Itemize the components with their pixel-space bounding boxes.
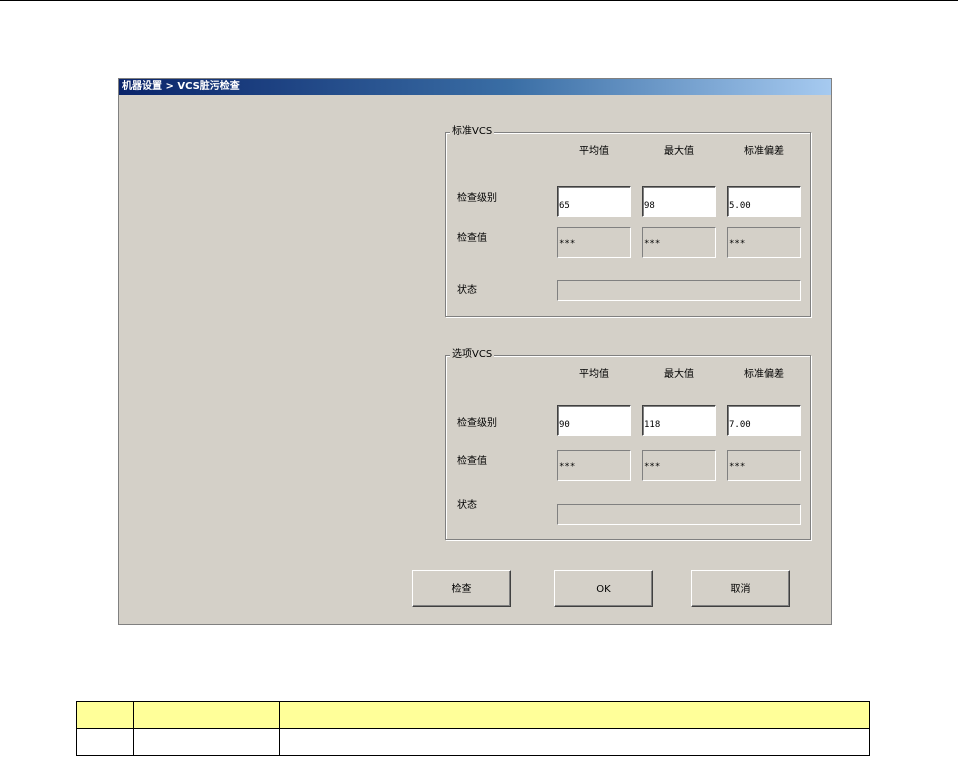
value-max-readout: ***	[642, 450, 716, 481]
group-title: 选项VCS	[450, 349, 495, 361]
table-cell	[76, 728, 134, 756]
level-stddev-input[interactable]	[727, 405, 801, 436]
value-max-readout: ***	[642, 227, 716, 258]
value-stddev-readout: ***	[727, 450, 801, 481]
table-header-cell	[133, 701, 280, 729]
level-max-input[interactable]	[642, 186, 716, 217]
table-row	[76, 728, 870, 756]
value-stddev-readout: ***	[727, 227, 801, 258]
table-header-row	[76, 701, 870, 729]
col-header-max: 最大值	[664, 369, 694, 380]
value-average-readout: ***	[557, 450, 631, 481]
dialog-title: 机器设置 > VCS脏污检查	[122, 81, 240, 92]
dialog-titlebar: 机器设置 > VCS脏污检查	[119, 79, 831, 95]
row-label-value: 检查值	[457, 233, 487, 244]
col-header-stddev: 标准偏差	[744, 146, 784, 157]
col-header-max: 最大值	[664, 146, 694, 157]
check-button[interactable]: 检查	[412, 570, 511, 607]
row-label-value: 检查值	[457, 456, 487, 467]
table-cell	[279, 728, 870, 756]
row-label-status: 状态	[457, 500, 477, 511]
col-header-average: 平均值	[579, 369, 609, 380]
table-header-cell	[76, 701, 134, 729]
group-title: 标准VCS	[450, 126, 495, 138]
row-label-status: 状态	[457, 285, 477, 296]
ok-button[interactable]: OK	[554, 570, 653, 607]
row-label-level: 检查级别	[457, 193, 497, 204]
table-cell	[133, 728, 280, 756]
page-top-rule	[0, 0, 958, 1]
group-option-vcs: 选项VCS 平均值 最大值 标准偏差 检查级别 检查值 *** *** *** …	[445, 349, 811, 540]
col-header-average: 平均值	[579, 146, 609, 157]
cancel-button[interactable]: 取消	[691, 570, 790, 607]
vcs-check-dialog: 机器设置 > VCS脏污检查 标准VCS 平均值 最大值 标准偏差 检查级别 检…	[118, 78, 832, 625]
level-stddev-input[interactable]	[727, 186, 801, 217]
row-label-level: 检查级别	[457, 418, 497, 429]
value-average-readout: ***	[557, 227, 631, 258]
table-header-cell	[279, 701, 870, 729]
col-header-stddev: 标准偏差	[744, 369, 784, 380]
level-average-input[interactable]	[557, 186, 631, 217]
level-average-input[interactable]	[557, 405, 631, 436]
status-readout	[557, 504, 801, 525]
status-readout	[557, 280, 801, 301]
level-max-input[interactable]	[642, 405, 716, 436]
group-standard-vcs: 标准VCS 平均值 最大值 标准偏差 检查级别 检查值 *** *** *** …	[445, 126, 811, 317]
doc-table	[76, 701, 870, 756]
